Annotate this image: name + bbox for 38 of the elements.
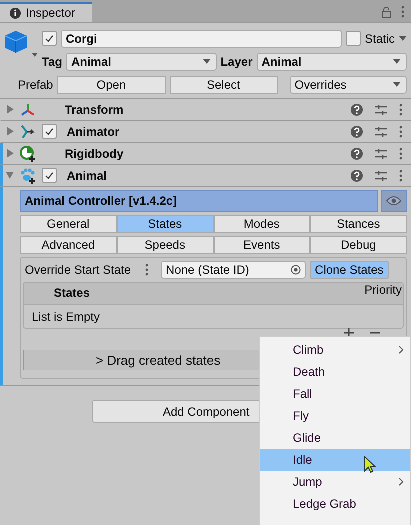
prefab-button[interactable]: Select (170, 76, 278, 94)
section-tab[interactable]: States (116, 215, 214, 233)
layer-dropdown[interactable]: Animal (256, 52, 408, 70)
component-name: Animal (67, 168, 108, 182)
component-header[interactable]: Transform (0, 99, 411, 121)
name-field[interactable]: Corgi (61, 30, 342, 48)
prefab-label: Prefab (18, 78, 54, 92)
layer-label: Layer (220, 54, 253, 68)
menu-item[interactable]: Jump (260, 471, 410, 493)
inspector-tab[interactable]: Inspector (0, 2, 92, 22)
controller-title: Animal Controller [v1.4.2c] (20, 190, 378, 212)
component-header[interactable]: Animal (0, 165, 411, 187)
section-tab[interactable]: Stances (310, 215, 407, 233)
component-name: Rigidbody (65, 146, 125, 160)
section-tab[interactable]: Debug (310, 236, 407, 254)
section-tab[interactable]: Speeds (116, 236, 214, 254)
menu-item[interactable]: Ledge Grab (260, 493, 410, 515)
overrides-dropdown[interactable]: Overrides (290, 76, 408, 94)
section-tab[interactable]: Modes (214, 215, 310, 233)
component-header[interactable]: Rigidbody (0, 143, 411, 165)
tag-dropdown[interactable]: Animal (66, 52, 217, 70)
component-header[interactable]: Animator (0, 121, 411, 143)
section-tab[interactable]: Advanced (20, 236, 117, 254)
menu-item[interactable]: Idle (260, 449, 410, 471)
state-id-field[interactable]: None (State ID) (161, 261, 306, 279)
component-name: Animator (67, 124, 121, 138)
section-tab[interactable]: Events (214, 236, 310, 254)
tag-label: Tag (42, 54, 62, 68)
priority-header: Priority (364, 283, 402, 297)
list-title: States (54, 286, 90, 300)
override-label: Override Start State (24, 263, 132, 277)
clone-states-button[interactable]: Clone States (310, 261, 389, 279)
section-tab[interactable]: General (20, 215, 117, 233)
empty-list-text: List is Empty (32, 310, 100, 324)
component-name: Transform (65, 102, 125, 116)
prefab-button[interactable]: Open (57, 76, 166, 94)
menu-item[interactable]: Glide (260, 427, 410, 449)
static-label: Static (364, 32, 395, 46)
